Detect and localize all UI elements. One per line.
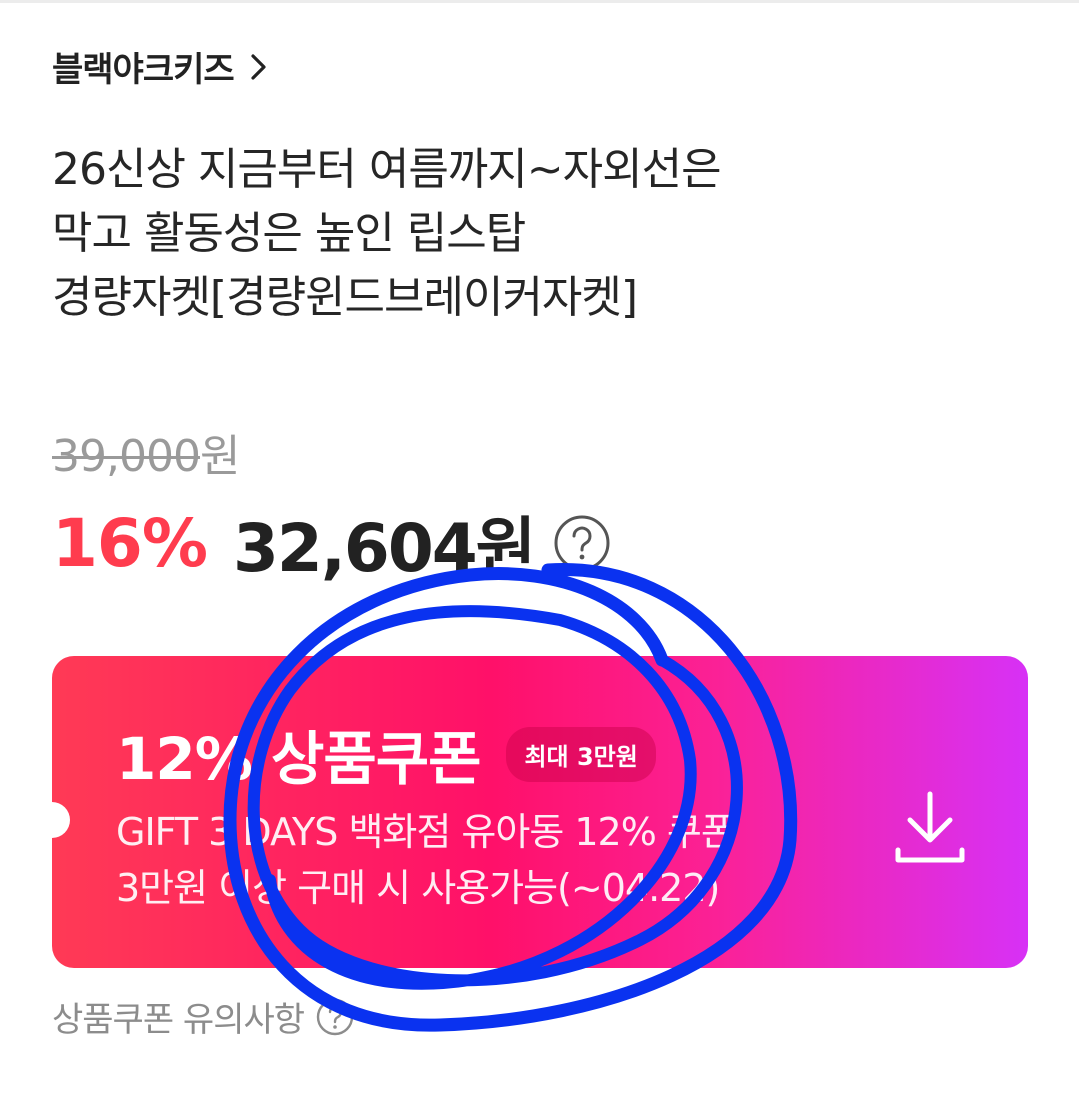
original-price: 39,000원 [52, 420, 240, 484]
original-price-value: 39,000 [52, 431, 201, 482]
coupon-card[interactable]: 12% 상품쿠폰 최대 3만원 GIFT 3 DAYS 백화점 유아동 12% … [52, 656, 1028, 968]
discount-rate: 16% [52, 504, 208, 582]
question-circle-icon[interactable] [552, 513, 612, 573]
coupon-description: GIFT 3 DAYS 백화점 유아동 12% 쿠폰 3만원 이상 구매 시 사… [116, 804, 896, 916]
product-title-line: 26신상 지금부터 여름까지~자외선은 [52, 144, 722, 195]
original-price-unit: 원 [199, 431, 240, 482]
product-title-line: 막고 활동성은 높인 립스탑 [52, 208, 526, 259]
coupon-title: 12% 상품쿠폰 [116, 725, 481, 793]
sale-price: 32,604원 [232, 510, 536, 587]
price-row: 16% 32,604원 [52, 498, 612, 588]
coupon-notch [52, 802, 70, 838]
coupon-desc-line: 3만원 이상 구매 시 사용가능(~04.22) [116, 866, 720, 910]
chevron-right-icon [251, 53, 266, 80]
download-icon[interactable] [890, 788, 970, 868]
coupon-header: 12% 상품쿠폰 최대 3만원 [116, 712, 656, 796]
product-title-line: 경량자켓[경량윈드브레이커자켓] [52, 272, 638, 323]
top-divider [0, 0, 1079, 6]
question-circle-icon [316, 998, 354, 1035]
coupon-notice-label: 상품쿠폰 유의사항 [52, 1000, 305, 1040]
product-info-screen: 블랙야크키즈 26신상 지금부터 여름까지~자외선은 막고 활동성은 높인 립스… [0, 0, 1079, 1100]
coupon-notice-link[interactable]: 상품쿠폰 유의사항 [52, 992, 356, 1041]
coupon-max-badge: 최대 3만원 [506, 726, 656, 782]
brand-name: 블랙야크키즈 [52, 50, 235, 90]
brand-link[interactable]: 블랙야크키즈 [52, 42, 270, 91]
coupon-desc-line: GIFT 3 DAYS 백화점 유아동 12% 쿠폰 [116, 810, 736, 854]
product-title: 26신상 지금부터 여름까지~자외선은 막고 활동성은 높인 립스탑 경량자켓[… [52, 138, 1012, 330]
